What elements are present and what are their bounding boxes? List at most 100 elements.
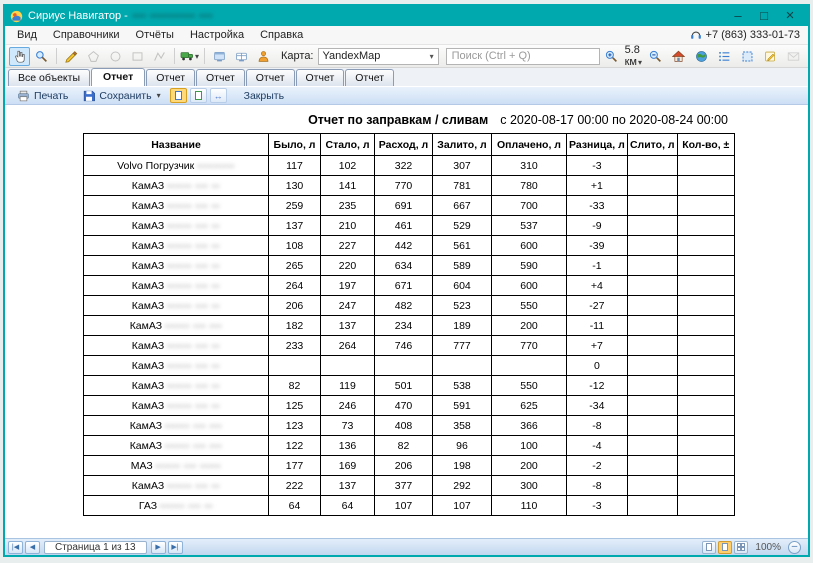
value-cell: 64: [269, 496, 321, 516]
value-cell: 590: [492, 256, 567, 276]
table-window-button[interactable]: [231, 47, 252, 66]
value-cell: -9: [567, 216, 628, 236]
staff-button[interactable]: [253, 47, 274, 66]
zoom-out-status-button[interactable]: [788, 541, 801, 554]
vehicle-tool-button[interactable]: [179, 47, 200, 66]
polyline-tool-button[interactable]: [149, 47, 170, 66]
minimize-button[interactable]: [725, 7, 751, 25]
map-window-icon: [213, 50, 226, 63]
value-cell: +4: [567, 276, 628, 296]
value-cell: [677, 356, 734, 376]
single-page-view-button[interactable]: [170, 88, 187, 103]
value-cell: [677, 276, 734, 296]
support-phone-number: +7 (863) 333-01-73: [706, 29, 800, 41]
title-bar: Сириус Навигатор - ▪▪▪ ▪▪▪▪▪▪▪▪▪▪ ▪▪▪: [5, 6, 808, 26]
view-page-layout-button[interactable]: [718, 541, 732, 554]
print-button[interactable]: Печать: [11, 89, 74, 103]
value-cell: 102: [321, 156, 375, 176]
map-window-button[interactable]: [209, 47, 230, 66]
view-normal-button[interactable]: [702, 541, 716, 554]
value-cell: [627, 216, 677, 236]
value-cell: [677, 456, 734, 476]
objects-list-button[interactable]: [714, 47, 735, 66]
edit-map-button[interactable]: [61, 47, 82, 66]
polygon-tool-button[interactable]: [83, 47, 104, 66]
close-report-button[interactable]: Закрыть: [238, 89, 290, 103]
scale-select[interactable]: 5.8 км: [625, 44, 642, 68]
full-page-view-button[interactable]: [190, 88, 207, 103]
tab-report-4[interactable]: Отчет: [246, 69, 295, 86]
vehicle-name: КамАЗ: [132, 180, 164, 192]
value-cell: [627, 296, 677, 316]
zoom-out-icon: [649, 50, 662, 63]
first-page-button[interactable]: [8, 541, 23, 554]
table-row: КамАЗ ▪▪▪▪▪▪ ▪▪▪ ▪▪222137377292300-8: [84, 476, 735, 496]
tab-report-2[interactable]: Отчет: [146, 69, 195, 86]
value-cell: [677, 416, 734, 436]
last-page-button[interactable]: [168, 541, 183, 554]
maximize-button[interactable]: [751, 7, 777, 25]
column-header: Оплачено, л: [492, 134, 567, 156]
view-multi-page-button[interactable]: [734, 541, 748, 554]
value-cell: -3: [567, 156, 628, 176]
value-cell: -12: [567, 376, 628, 396]
edit-note-button[interactable]: [760, 47, 781, 66]
zoom-in-button[interactable]: [601, 47, 622, 66]
map-select[interactable]: YandexMap: [318, 48, 439, 65]
multi-page-icon: [737, 543, 745, 551]
value-cell: [269, 356, 321, 376]
tab-report-3[interactable]: Отчет: [196, 69, 245, 86]
value-cell: 234: [375, 316, 433, 336]
globe-icon: [695, 50, 708, 63]
value-cell: -2: [567, 456, 628, 476]
tab-report-5[interactable]: Отчет: [296, 69, 345, 86]
save-button[interactable]: Сохранить: [77, 89, 166, 103]
column-header: Кол-во, ±: [677, 134, 734, 156]
vehicle-plate-redacted: ▪▪▪▪▪▪ ▪▪▪ ▪▪: [167, 201, 220, 211]
vehicle-name: Volvo Погрузчик: [117, 160, 194, 172]
value-cell: 589: [433, 256, 492, 276]
menu-item-1[interactable]: Вид: [9, 27, 45, 43]
value-cell: 100: [492, 436, 567, 456]
list-icon: [718, 50, 731, 63]
home-button[interactable]: [668, 47, 689, 66]
vehicle-name: КамАЗ: [132, 340, 164, 352]
vehicle-plate-redacted: ▪▪▪▪▪▪ ▪▪▪ ▪▪: [167, 301, 220, 311]
mail-button[interactable]: [783, 47, 804, 66]
value-cell: [627, 456, 677, 476]
value-cell: 292: [433, 476, 492, 496]
vehicle-name-cell: КамАЗ ▪▪▪▪▪▪ ▪▪▪ ▪▪: [84, 236, 269, 256]
value-cell: 137: [269, 216, 321, 236]
menu-item-3[interactable]: Отчёты: [128, 27, 182, 43]
zoom-tool-button[interactable]: [31, 47, 52, 66]
menu-item-4[interactable]: Настройка: [182, 27, 252, 43]
home-icon: [672, 50, 685, 63]
rectangle-tool-button[interactable]: [127, 47, 148, 66]
selection-button[interactable]: [737, 47, 758, 66]
vehicle-plate-redacted: ▪▪▪▪▪▪ ▪▪▪ ▪▪: [167, 241, 220, 251]
table-row: КамАЗ ▪▪▪▪▪▪ ▪▪▪ ▪▪130141770781780+1: [84, 176, 735, 196]
search-input[interactable]: [446, 48, 600, 65]
value-cell: 550: [492, 376, 567, 396]
value-cell: [677, 396, 734, 416]
fit-width-button[interactable]: [210, 88, 227, 103]
next-page-button[interactable]: [151, 541, 166, 554]
prev-page-button[interactable]: [25, 541, 40, 554]
close-button[interactable]: [777, 7, 803, 25]
value-cell: 604: [433, 276, 492, 296]
globe-button[interactable]: [691, 47, 712, 66]
value-cell: 125: [269, 396, 321, 416]
menu-item-2[interactable]: Справочники: [45, 27, 128, 43]
zoom-out-button[interactable]: [645, 47, 666, 66]
menu-item-5[interactable]: Справка: [252, 27, 311, 43]
value-cell: 82: [375, 436, 433, 456]
table-row: КамАЗ ▪▪▪▪▪▪ ▪▪▪ ▪▪108227442561600-39: [84, 236, 735, 256]
pan-tool-button[interactable]: [9, 47, 30, 66]
tab-all-objects[interactable]: Все объекты: [8, 69, 90, 86]
vehicle-name-cell: КамАЗ ▪▪▪▪▪▪ ▪▪▪ ▪▪: [84, 256, 269, 276]
polygon-icon: [87, 50, 100, 63]
circle-tool-button[interactable]: [105, 47, 126, 66]
value-cell: 265: [269, 256, 321, 276]
tab-report-1[interactable]: Отчет: [91, 68, 145, 86]
tab-report-6[interactable]: Отчет: [345, 69, 394, 86]
